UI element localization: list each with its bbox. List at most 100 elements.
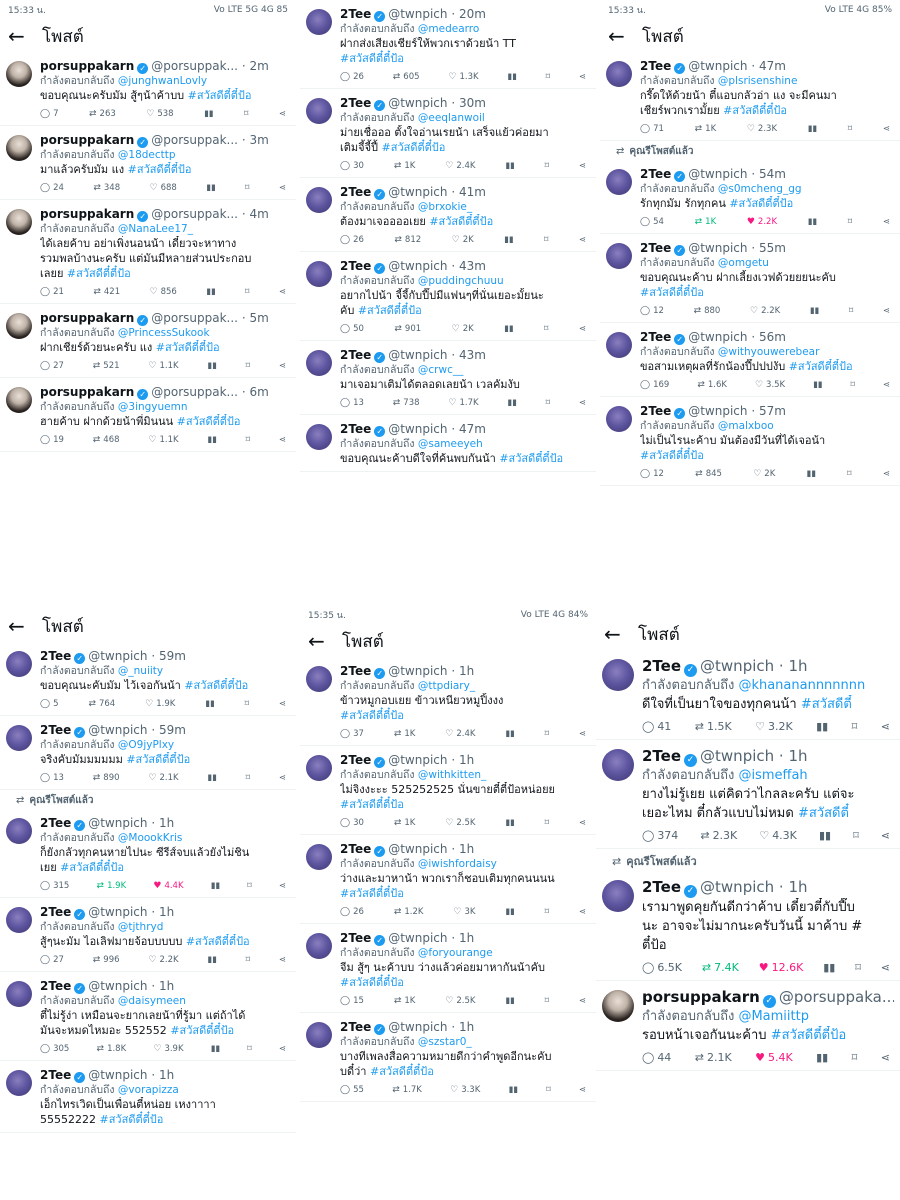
display-name[interactable]: porsuppakarn (642, 988, 760, 1006)
display-name[interactable]: 2Tee (640, 167, 671, 181)
views-icon[interactable]: ▮▮ (810, 306, 819, 316)
display-name[interactable]: 2Tee (340, 422, 371, 436)
user-handle[interactable]: @twnpich (388, 7, 447, 21)
user-handle[interactable]: @porsuppak... (151, 385, 238, 399)
bookmark-icon[interactable]: ⌑ (546, 1085, 550, 1095)
display-name[interactable]: porsuppakarn (40, 59, 134, 73)
user-handle[interactable]: @porsuppak... (151, 207, 238, 221)
display-name[interactable]: 2Tee (340, 96, 371, 110)
bookmark-icon[interactable]: ⌑ (545, 161, 549, 171)
views-icon[interactable]: ▮▮ (507, 398, 516, 408)
display-name[interactable]: 2Tee (340, 753, 371, 767)
display-name[interactable]: 2Tee (340, 1020, 371, 1034)
user-handle[interactable]: @twnpich (688, 59, 747, 73)
tweet[interactable]: 2Tee ✓ @twnpich · 1h กำลังตอบกลับถึง @iwish… (300, 835, 596, 924)
reply-mention-link[interactable]: @NanaLee17_ (118, 223, 193, 235)
user-handle[interactable]: @twnpich (88, 979, 147, 993)
reply[interactable]: ◯ 44 (642, 1051, 671, 1064)
tweet[interactable]: 2Tee ✓ @twnpich · 1h กำลังตอบกลับถึง @ismef… (596, 740, 900, 849)
repost[interactable]: ⇄ 1K (695, 124, 717, 134)
reply-mention-link[interactable]: @omgetu (718, 257, 769, 269)
reply-mention-link[interactable]: @withkitten_ (418, 769, 486, 781)
user-handle[interactable]: @twnpich (88, 723, 147, 737)
user-handle[interactable]: @porsuppak... (151, 311, 238, 325)
share-icon[interactable]: ⋖ (279, 773, 286, 783)
tweet[interactable]: 2Tee ✓ @twnpich · 43m กำลังตอบกลับถึง @pudd… (300, 252, 596, 341)
repost[interactable]: ⇄ 890 (93, 773, 120, 783)
views-icon[interactable]: ▮▮ (823, 961, 835, 974)
reply-mention-link[interactable]: @crwc__ (418, 364, 463, 376)
bookmark-icon[interactable]: ⌑ (545, 818, 549, 828)
user-handle[interactable]: @twnpich (688, 404, 747, 418)
display-name[interactable]: porsuppakarn (40, 133, 134, 147)
repost[interactable]: ⇄ 1K (394, 729, 416, 739)
views-icon[interactable]: ▮▮ (807, 469, 816, 479)
bookmark-icon[interactable]: ⌑ (850, 380, 854, 390)
bookmark-icon[interactable]: ⌑ (246, 773, 250, 783)
share-icon[interactable]: ⋖ (579, 235, 586, 245)
hashtag-link[interactable]: #สวัสดีตี๋ (798, 806, 849, 821)
display-name[interactable]: porsuppakarn (40, 207, 134, 221)
2tee-avatar[interactable] (606, 243, 632, 269)
user-handle[interactable]: @twnpich (388, 259, 447, 273)
2tee-avatar[interactable] (6, 981, 32, 1007)
like[interactable]: ♥ 2.2K (747, 217, 777, 227)
views-icon[interactable]: ▮▮ (206, 287, 215, 297)
share-icon[interactable]: ⋖ (579, 398, 586, 408)
reply-mention-link[interactable]: @O9jyPlxy (118, 739, 174, 751)
views-icon[interactable]: ▮▮ (813, 380, 822, 390)
display-name[interactable]: 2Tee (642, 878, 681, 896)
like[interactable]: ♥ 5.4K (755, 1051, 793, 1064)
bookmark-icon[interactable]: ⌑ (852, 720, 858, 733)
tweet[interactable]: 2Tee ✓ @twnpich · 1h กำลังตอบกลับถึง @ttpdi… (300, 657, 596, 746)
reply-mention-link[interactable]: @junghwanLovly (118, 75, 207, 87)
like[interactable]: ♡ 2.5K (445, 818, 475, 828)
reply[interactable]: ◯ 12 (640, 469, 664, 479)
bookmark-icon[interactable]: ⌑ (848, 124, 852, 134)
reply-mention-link[interactable]: @tjthryd (118, 921, 164, 933)
repost[interactable]: ⇄ 1.5K (695, 720, 732, 733)
share-icon[interactable]: ⋖ (579, 996, 586, 1006)
repost[interactable]: ⇄ 1K (394, 161, 416, 171)
reply[interactable]: ◯ 26 (340, 72, 364, 82)
share-icon[interactable]: ⋖ (279, 183, 286, 193)
hashtag-link[interactable]: #สวัสดีตี๋ตี๋ป้อ (340, 976, 404, 989)
user-handle[interactable]: @twnpich (388, 185, 447, 199)
views-icon[interactable]: ▮▮ (207, 361, 216, 371)
bookmark-icon[interactable]: ⌑ (544, 235, 548, 245)
repost[interactable]: ⇄ 7.4K (702, 961, 739, 974)
tweet[interactable]: porsuppakarn ✓ @porsuppak... · 5m กำลังตอบก… (0, 304, 296, 378)
tweet[interactable]: porsuppakarn ✓ @porsuppak... · 6m กำลังตอบก… (0, 378, 296, 452)
like[interactable]: ♡ 2.1K (148, 773, 178, 783)
user-handle[interactable]: @twnpich (88, 1068, 147, 1082)
reply-mention-link[interactable]: @vorapizza (118, 1084, 179, 1096)
share-icon[interactable]: ⋖ (279, 109, 286, 119)
user-handle[interactable]: @twnpich (388, 664, 447, 678)
2tee-avatar[interactable] (306, 1022, 332, 1048)
2tee-avatar[interactable] (306, 424, 332, 450)
reply[interactable]: ◯ 27 (40, 361, 64, 371)
like[interactable]: ♡ 2K (452, 235, 474, 245)
like[interactable]: ♡ 2K (452, 324, 474, 334)
share-icon[interactable]: ⋖ (881, 720, 890, 733)
reply[interactable]: ◯ 30 (340, 818, 364, 828)
reply[interactable]: ◯ 71 (640, 124, 664, 134)
share-icon[interactable]: ⋖ (279, 287, 286, 297)
display-name[interactable]: 2Tee (640, 59, 671, 73)
display-name[interactable]: 2Tee (340, 664, 371, 678)
porsuppakarn-avatar[interactable] (6, 387, 32, 413)
tweet[interactable]: 2Tee ✓ @twnpich · 41m กำลังตอบกลับถึง @brxo… (300, 178, 596, 252)
reply[interactable]: ◯ 15 (340, 996, 364, 1006)
reply-mention-link[interactable]: @withyouwerebear (718, 346, 820, 358)
like[interactable]: ♡ 1.9K (145, 699, 175, 709)
2tee-avatar[interactable] (306, 666, 332, 692)
reply[interactable]: ◯ 37 (340, 729, 364, 739)
hashtag-link[interactable]: #สวัสดีตี๋ตี๋ป้อ (340, 798, 404, 811)
reply[interactable]: ◯ 50 (340, 324, 364, 334)
reply-mention-link[interactable]: @eeqlanwoil (418, 112, 485, 124)
like[interactable]: ♡ 2.4K (445, 161, 475, 171)
repost[interactable]: ⇄ 348 (93, 183, 120, 193)
display-name[interactable]: 2Tee (340, 931, 371, 945)
hashtag-link[interactable]: #สวัสดีตี๋ตี๋ป้อ (100, 1113, 164, 1126)
share-icon[interactable]: ⋖ (279, 435, 286, 445)
